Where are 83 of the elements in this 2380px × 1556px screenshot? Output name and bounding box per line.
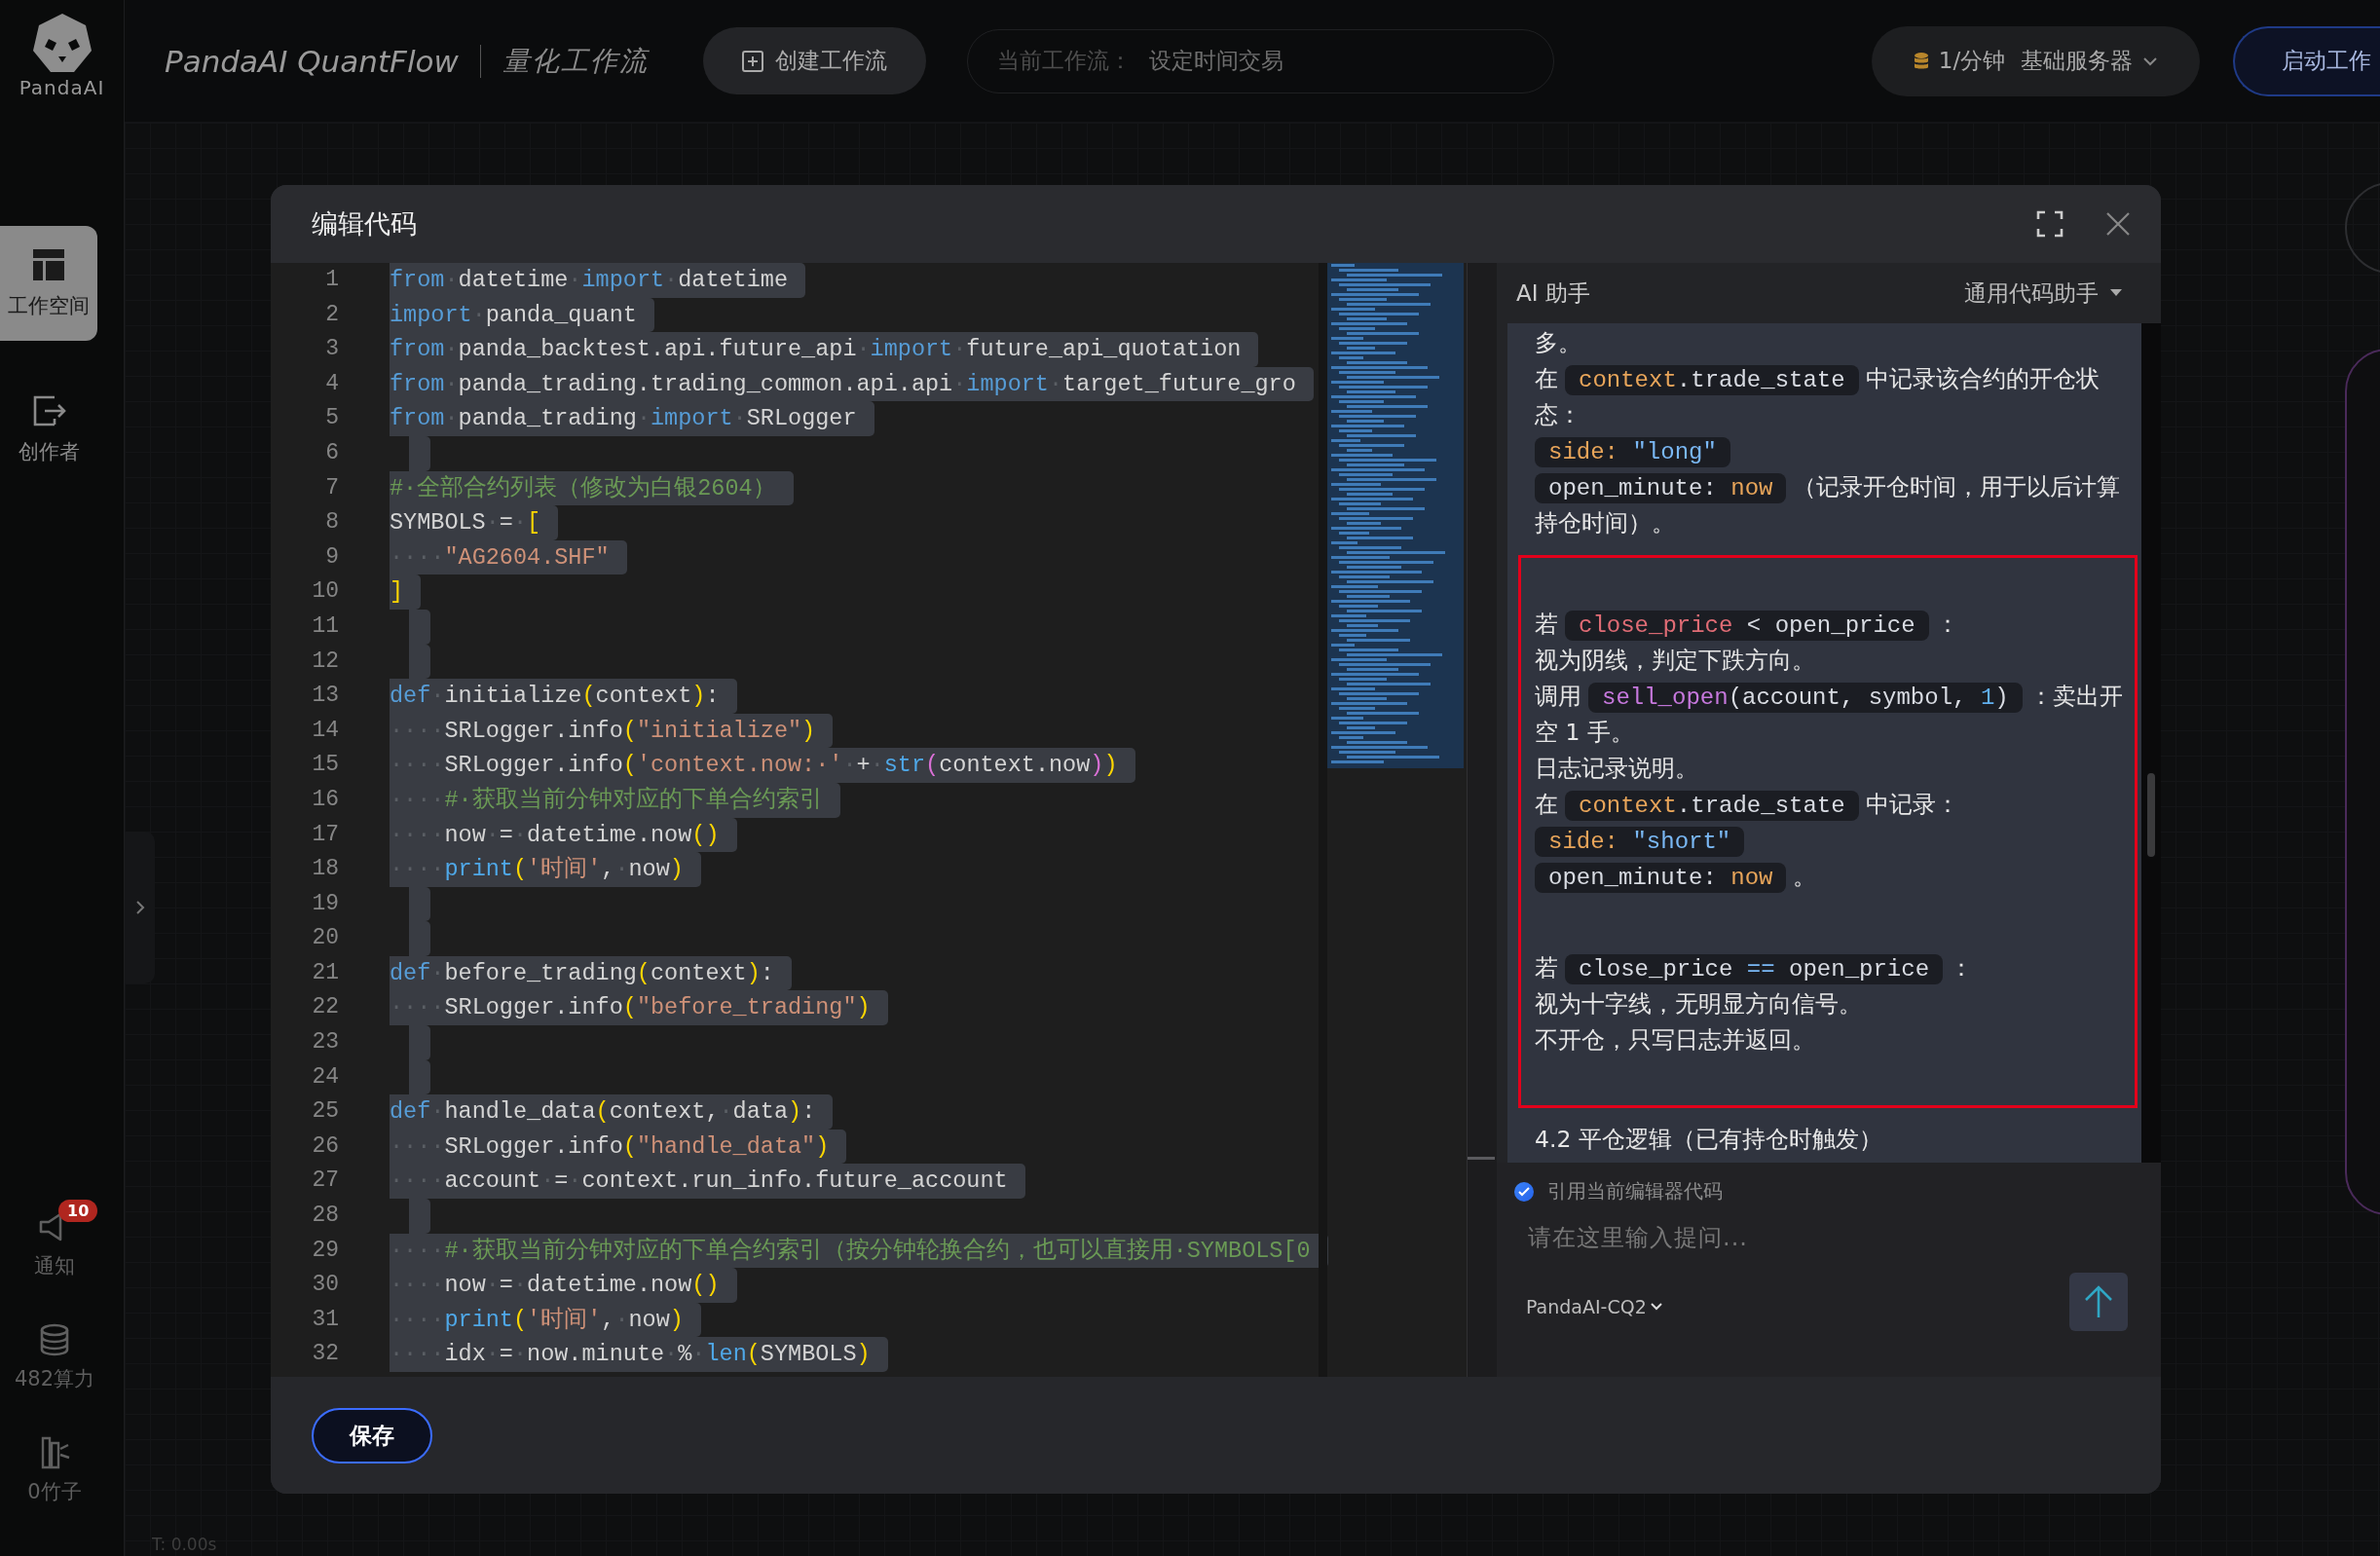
line-number: 15 bbox=[312, 752, 339, 778]
check-icon bbox=[1518, 1186, 1530, 1197]
caret-icon bbox=[2110, 289, 2122, 297]
message-text: 不开仓，只写日志并返回。 bbox=[1535, 1025, 1816, 1056]
message-text: side: "long" bbox=[1535, 433, 2127, 469]
message-text: 多。 bbox=[1535, 328, 1582, 358]
line-number: 6 bbox=[325, 439, 339, 465]
chevron-down-icon bbox=[2142, 56, 2159, 66]
scrollbar-thumb[interactable] bbox=[2147, 773, 2155, 857]
create-workflow-button[interactable]: 创建工作流 bbox=[702, 27, 926, 94]
line-number: 5 bbox=[325, 405, 339, 431]
close-icon bbox=[2104, 210, 2132, 238]
model-selector[interactable]: PandaAI-CQ2 bbox=[1514, 1296, 1662, 1331]
editor-scrollbar[interactable] bbox=[1319, 263, 1327, 1377]
layout-icon bbox=[31, 247, 66, 282]
brand-subtitle: 量化工作流 bbox=[502, 43, 649, 79]
logo-text: PandaAI bbox=[19, 76, 105, 99]
launch-button[interactable]: 启动工作 bbox=[2233, 25, 2380, 96]
brand-title: PandaAI QuantFlow bbox=[165, 43, 459, 79]
fullscreen-icon bbox=[2036, 210, 2064, 238]
line-number: 32 bbox=[312, 1341, 339, 1367]
field-label: 当前工作流： bbox=[996, 47, 1132, 75]
coin-stack-icon bbox=[1913, 51, 1929, 71]
line-number: 3 bbox=[325, 336, 339, 362]
field-value: 设定时间交易 bbox=[1148, 47, 1283, 75]
line-number: 17 bbox=[312, 821, 339, 847]
server-selector[interactable]: 1/分钟 基础服务器 bbox=[1872, 25, 2200, 96]
line-number: 13 bbox=[312, 683, 339, 709]
line-number: 10 bbox=[312, 578, 339, 605]
line-number: 7 bbox=[325, 474, 339, 500]
collapse-handle[interactable] bbox=[125, 832, 155, 983]
line-number: 20 bbox=[312, 925, 339, 951]
sidebar-item[interactable]: 10 通知 bbox=[0, 1188, 109, 1301]
line-number: 23 bbox=[312, 1029, 339, 1056]
sidebar-item[interactable]: 创作者 bbox=[0, 372, 97, 487]
line-number: 8 bbox=[325, 509, 339, 536]
line-number: 27 bbox=[312, 1167, 339, 1194]
line-number: 28 bbox=[312, 1203, 339, 1229]
dialog-title: 编辑代码 bbox=[312, 207, 417, 241]
line-number: 12 bbox=[312, 648, 339, 674]
save-button[interactable]: 保存 bbox=[312, 1407, 432, 1463]
splitter-handle[interactable] bbox=[1468, 1157, 1495, 1160]
assistant-mode-dropdown[interactable]: 通用代码助手 bbox=[1964, 278, 2122, 309]
quote-checkbox[interactable] bbox=[1514, 1181, 1534, 1202]
line-number: 24 bbox=[312, 1063, 339, 1090]
sidebar-item[interactable]: 工作空间 bbox=[0, 226, 97, 341]
line-number: 25 bbox=[312, 1098, 339, 1125]
question-input[interactable]: 请在这里输入提问... bbox=[1514, 1222, 2128, 1269]
message-text: side: "short" bbox=[1535, 823, 2127, 859]
logo-icon bbox=[30, 12, 93, 74]
line-number: 14 bbox=[312, 717, 339, 743]
checkbox-label: 引用当前编辑器代码 bbox=[1547, 1178, 1723, 1204]
up-arrow-icon bbox=[2083, 1284, 2114, 1319]
line-number: 30 bbox=[312, 1272, 339, 1298]
chevron-down-icon bbox=[1650, 1303, 1662, 1311]
line-number: 18 bbox=[312, 856, 339, 882]
exit-icon bbox=[31, 393, 66, 428]
line-number: 31 bbox=[312, 1306, 339, 1332]
message-text: 4.2 平仓逻辑（已有持仓时触发） bbox=[1535, 1125, 1883, 1155]
plus-square-icon bbox=[741, 50, 763, 72]
notification-badge: 10 bbox=[58, 1200, 98, 1222]
send-button[interactable] bbox=[2069, 1273, 2128, 1331]
line-number: 2 bbox=[325, 301, 339, 327]
panel-title: AI 助手 bbox=[1516, 278, 1590, 308]
line-number: 26 bbox=[312, 1132, 339, 1159]
line-number: 11 bbox=[312, 612, 339, 639]
line-number: 19 bbox=[312, 890, 339, 916]
message-text: 视为十字线，无明显方向信号。 bbox=[1535, 989, 1863, 1019]
message-text: 日志记录说明。 bbox=[1535, 754, 1699, 784]
line-number: 29 bbox=[312, 1237, 339, 1263]
message-text: open_minute: now （记录开仓时间，用于以后计算持仓时间）。 bbox=[1535, 472, 2122, 538]
line-number: 9 bbox=[325, 543, 339, 570]
selection-highlight bbox=[409, 609, 430, 645]
line-number: 22 bbox=[312, 994, 339, 1020]
line-number: 1 bbox=[325, 267, 339, 292]
message-text: 调用 sell_open(account, symbol, 1) ：卖出开空 1 手。 bbox=[1535, 682, 2124, 748]
line-number: 21 bbox=[312, 959, 339, 985]
message-text: open_minute: now 。 bbox=[1535, 859, 2127, 895]
line-number: 4 bbox=[325, 370, 339, 396]
chevron-right-icon bbox=[134, 900, 145, 915]
line-number: 16 bbox=[312, 786, 339, 812]
message-text: 视为阴线，判定下跌方向。 bbox=[1535, 646, 1816, 676]
message-text: 在 context.trade_state 中记录该合约的开仓状态： bbox=[1535, 364, 2101, 430]
